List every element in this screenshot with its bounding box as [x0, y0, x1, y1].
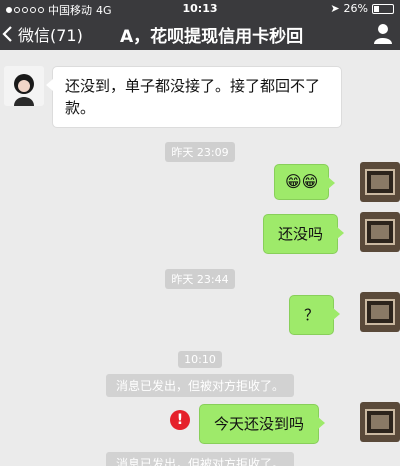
- chat-info-button[interactable]: [372, 22, 394, 48]
- timestamp: 10:10: [0, 348, 400, 368]
- battery-percent: 26%: [343, 2, 368, 15]
- send-failed-icon[interactable]: !: [170, 410, 190, 430]
- timestamp-text: 昨天 23:09: [165, 142, 235, 162]
- message-bubble[interactable]: 今天还没到吗: [199, 404, 326, 444]
- message-text: 还没到，单子都没接了。接了都回不了款。: [65, 77, 321, 117]
- message-bubble[interactable]: 还没吗: [263, 214, 345, 254]
- message-text: 还没吗: [278, 225, 324, 243]
- system-notice: 消息已发出，但被对方拒收了。: [0, 452, 400, 466]
- message-bubble[interactable]: ？: [289, 295, 341, 335]
- person-icon: [374, 24, 392, 44]
- chevron-left-icon: [2, 26, 12, 42]
- system-notice: 消息已发出，但被对方拒收了。: [0, 374, 400, 397]
- battery-icon: [372, 3, 394, 14]
- chat-title: A，花呗提现信用卡秒回: [120, 27, 304, 47]
- timestamp-text: 昨天 23:44: [165, 269, 235, 289]
- chat-header: 微信(71) A，花呗提现信用卡秒回: [0, 18, 400, 50]
- timestamp: 昨天 23:44: [0, 268, 400, 289]
- message-text: ？: [304, 306, 320, 324]
- timestamp: 昨天 23:09: [0, 141, 400, 162]
- timestamp-text: 10:10: [178, 351, 222, 368]
- status-bar: 中国移动 4G 10:13 ➤ 26%: [0, 0, 400, 18]
- system-notice-text: 消息已发出，但被对方拒收了。: [105, 374, 294, 397]
- location-icon: ➤: [330, 2, 340, 15]
- contact-avatar[interactable]: [4, 66, 44, 106]
- self-avatar[interactable]: [360, 402, 400, 442]
- message-text: 今天还没到吗: [214, 415, 305, 433]
- message-bubble[interactable]: 还没到，单子都没接了。接了都回不了款。: [46, 66, 342, 128]
- message-bubble[interactable]: 😁😁: [274, 164, 336, 200]
- self-avatar[interactable]: [360, 212, 400, 252]
- back-button[interactable]: 微信(71): [0, 22, 83, 46]
- system-notice-text: 消息已发出，但被对方拒收了。: [105, 452, 294, 466]
- self-avatar[interactable]: [360, 292, 400, 332]
- back-label: 微信(71): [18, 26, 83, 45]
- message-text: 😁😁: [285, 172, 319, 191]
- self-avatar[interactable]: [360, 162, 400, 202]
- message-row-incoming: 还没到，单子都没接了。接了都回不了款。: [4, 66, 342, 128]
